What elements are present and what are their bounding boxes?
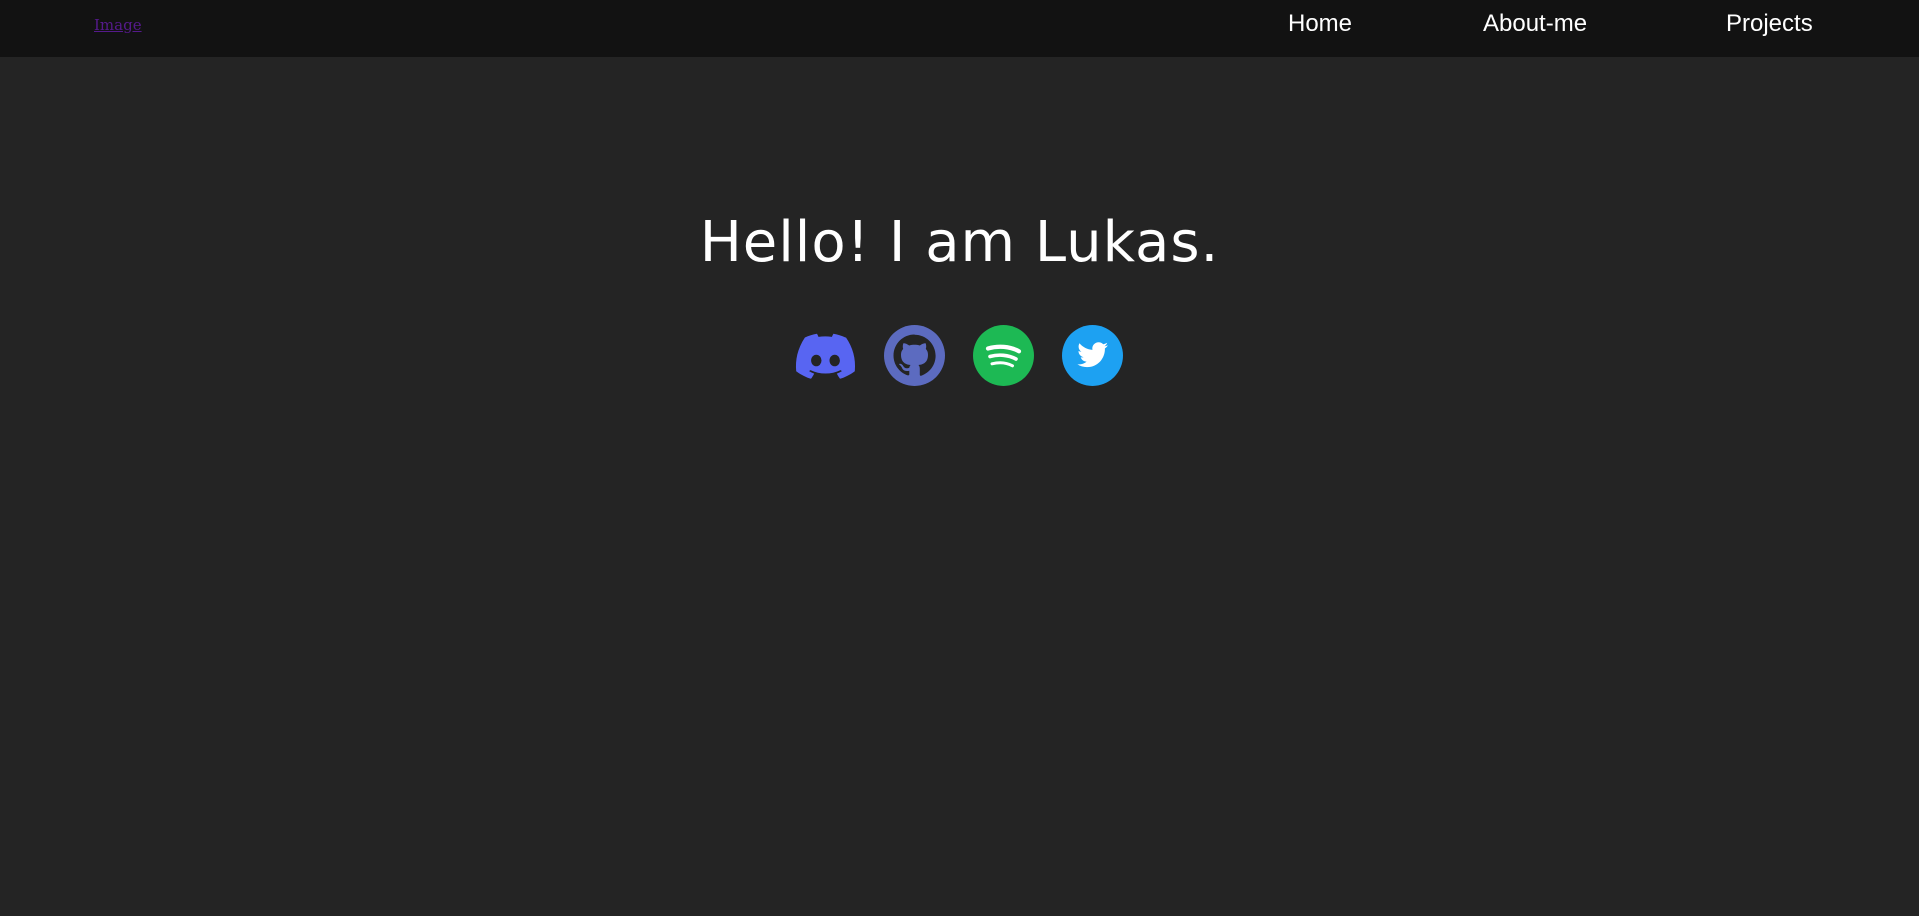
logo-image-link[interactable]: Image: [94, 16, 142, 34]
twitter-icon: [1062, 325, 1123, 386]
social-links: [795, 325, 1125, 387]
discord-icon: [795, 325, 856, 386]
navbar: Image Home About-me Projects: [0, 0, 1919, 57]
hero-title: Hello! I am Lukas.: [699, 210, 1220, 275]
nav-link-home[interactable]: Home: [1288, 10, 1352, 38]
discord-link[interactable]: [795, 325, 856, 386]
twitter-link[interactable]: [1062, 325, 1123, 386]
nav-link-projects[interactable]: Projects: [1726, 10, 1813, 38]
github-link[interactable]: [884, 325, 945, 386]
spotify-link[interactable]: [973, 325, 1034, 386]
spotify-icon: [973, 325, 1034, 386]
nav-link-about-me[interactable]: About-me: [1483, 10, 1587, 38]
github-icon: [884, 325, 945, 386]
